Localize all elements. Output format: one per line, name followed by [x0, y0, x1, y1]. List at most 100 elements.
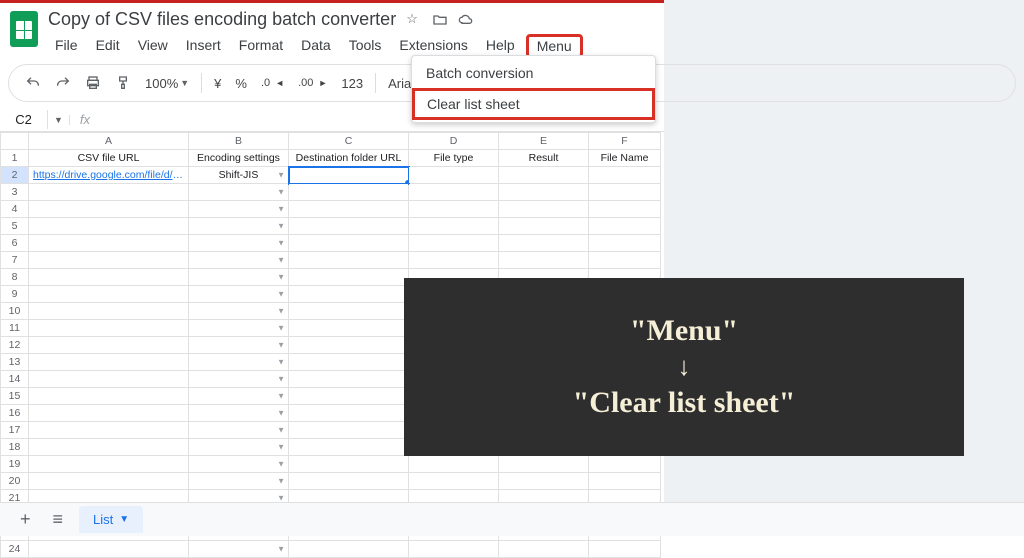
redo-button[interactable]	[49, 71, 77, 95]
dropdown-arrow-icon[interactable]: ▼	[277, 188, 285, 197]
cell[interactable]	[289, 405, 409, 422]
dropdown-arrow-icon[interactable]: ▼	[277, 273, 285, 282]
menu-tools[interactable]: Tools	[342, 34, 389, 58]
increase-decimal-button[interactable]: .00 ►	[292, 73, 333, 93]
row-header[interactable]: 15	[1, 388, 29, 405]
cell[interactable]: File Name	[589, 150, 661, 167]
cell[interactable]: ▼	[189, 541, 289, 558]
row-header[interactable]: 5	[1, 218, 29, 235]
cell[interactable]: ▼	[189, 422, 289, 439]
cell[interactable]	[29, 303, 189, 320]
cell[interactable]: ▼	[189, 218, 289, 235]
menu-item-batch-conversion[interactable]: Batch conversion	[412, 58, 655, 88]
dropdown-arrow-icon[interactable]: ▼	[277, 205, 285, 214]
row-header[interactable]: 11	[1, 320, 29, 337]
cell[interactable]	[409, 456, 499, 473]
col-header-E[interactable]: E	[499, 133, 589, 150]
col-header-C[interactable]: C	[289, 133, 409, 150]
cell[interactable]	[589, 541, 661, 558]
cell[interactable]: Encoding settings	[189, 150, 289, 167]
cell[interactable]	[29, 184, 189, 201]
dropdown-arrow-icon[interactable]: ▼	[277, 409, 285, 418]
cell[interactable]: ▼	[189, 252, 289, 269]
menu-edit[interactable]: Edit	[89, 34, 127, 58]
menu-data[interactable]: Data	[294, 34, 338, 58]
cell[interactable]	[289, 252, 409, 269]
dropdown-arrow-icon[interactable]: ▼	[277, 545, 285, 554]
dropdown-arrow-icon[interactable]: ▼	[277, 375, 285, 384]
cell[interactable]	[289, 422, 409, 439]
name-box-dropdown-icon[interactable]: ▼	[48, 115, 70, 125]
percent-format-button[interactable]: %	[229, 72, 253, 95]
print-button[interactable]	[79, 71, 107, 95]
dropdown-arrow-icon[interactable]: ▼	[277, 222, 285, 231]
cell[interactable]	[589, 201, 661, 218]
cell[interactable]	[29, 456, 189, 473]
cell[interactable]: ▼	[189, 388, 289, 405]
row-header[interactable]: 2	[1, 167, 29, 184]
sheet-tab-list[interactable]: List ▼	[79, 506, 143, 533]
row-header[interactable]: 19	[1, 456, 29, 473]
paint-format-button[interactable]	[109, 71, 137, 95]
dropdown-arrow-icon[interactable]: ▼	[277, 239, 285, 248]
select-all-corner[interactable]	[1, 133, 29, 150]
more-formats-button[interactable]: 123	[335, 72, 369, 95]
cell[interactable]	[289, 235, 409, 252]
all-sheets-button[interactable]: ≡	[47, 505, 70, 534]
row-header[interactable]: 14	[1, 371, 29, 388]
col-header-F[interactable]: F	[589, 133, 661, 150]
cell[interactable]: ▼	[189, 201, 289, 218]
cell[interactable]	[589, 252, 661, 269]
cell[interactable]	[499, 167, 589, 184]
cell[interactable]	[29, 541, 189, 558]
undo-button[interactable]	[19, 71, 47, 95]
cell[interactable]	[289, 388, 409, 405]
cell[interactable]: ▼	[189, 439, 289, 456]
cell[interactable]: ▼	[189, 354, 289, 371]
cell[interactable]	[589, 167, 661, 184]
cell[interactable]: ▼	[189, 235, 289, 252]
cell[interactable]	[589, 473, 661, 490]
cell[interactable]	[29, 286, 189, 303]
cell[interactable]	[409, 235, 499, 252]
row-header[interactable]: 8	[1, 269, 29, 286]
dropdown-arrow-icon[interactable]: ▼	[277, 358, 285, 367]
cell[interactable]	[409, 201, 499, 218]
cell[interactable]	[29, 337, 189, 354]
cell[interactable]: ▼	[189, 184, 289, 201]
cell[interactable]	[499, 235, 589, 252]
col-header-A[interactable]: A	[29, 133, 189, 150]
cell[interactable]	[289, 439, 409, 456]
dropdown-arrow-icon[interactable]: ▼	[277, 256, 285, 265]
cell[interactable]: ▼	[189, 405, 289, 422]
cell[interactable]	[289, 218, 409, 235]
cell[interactable]: ▼	[189, 456, 289, 473]
cell[interactable]	[289, 201, 409, 218]
row-header[interactable]: 20	[1, 473, 29, 490]
row-header[interactable]: 3	[1, 184, 29, 201]
dropdown-arrow-icon[interactable]: ▼	[277, 324, 285, 333]
row-header[interactable]: 10	[1, 303, 29, 320]
cell[interactable]	[289, 473, 409, 490]
row-header[interactable]: 18	[1, 439, 29, 456]
cloud-status-icon[interactable]	[458, 12, 474, 28]
cell[interactable]	[499, 473, 589, 490]
cell[interactable]	[289, 269, 409, 286]
cell[interactable]	[499, 218, 589, 235]
cell[interactable]: ▼	[189, 320, 289, 337]
dropdown-arrow-icon[interactable]: ▼	[277, 307, 285, 316]
cell[interactable]: ▼	[189, 303, 289, 320]
cell[interactable]: CSV file URL	[29, 150, 189, 167]
row-header[interactable]: 24	[1, 541, 29, 558]
cell[interactable]: Result	[499, 150, 589, 167]
menu-item-clear-list-sheet[interactable]: Clear list sheet	[413, 89, 654, 119]
cell[interactable]	[409, 167, 499, 184]
document-title[interactable]: Copy of CSV files encoding batch convert…	[48, 9, 396, 30]
cell[interactable]	[29, 405, 189, 422]
currency-format-button[interactable]: ¥	[208, 72, 227, 95]
cell[interactable]	[289, 167, 409, 184]
cell[interactable]	[409, 473, 499, 490]
cell[interactable]	[409, 252, 499, 269]
cell[interactable]: ▼	[189, 371, 289, 388]
menu-view[interactable]: View	[131, 34, 175, 58]
